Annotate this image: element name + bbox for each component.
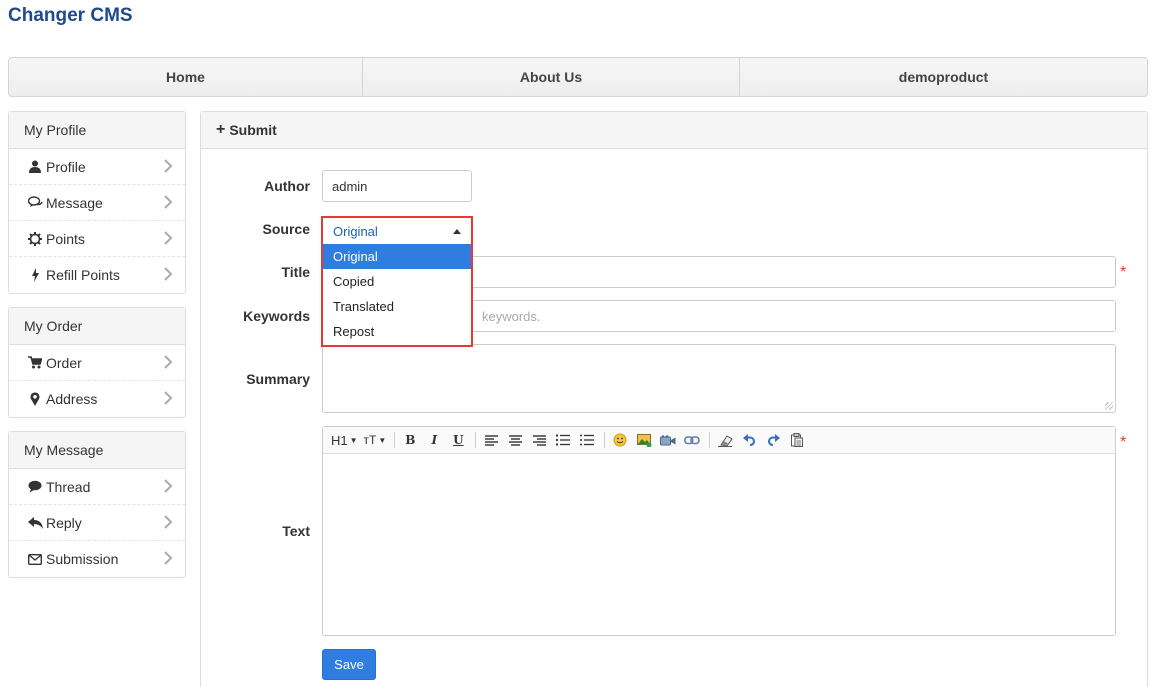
resize-handle[interactable] [1105,402,1113,410]
sidebar-item-label: Submission [46,551,119,567]
eraser-icon[interactable] [716,431,734,449]
sidebar-item-profile[interactable]: Profile [9,149,185,185]
toolbar-separator [394,432,396,448]
source-option-copied[interactable]: Copied [323,269,471,294]
sidebar-item-address[interactable]: Address [9,381,185,417]
sidebar-item-label: Order [46,354,82,371]
sidebar-item-message[interactable]: Message [9,185,185,221]
chevron-right-icon [164,267,173,281]
reply-icon [27,516,43,530]
save-button[interactable]: Save [322,649,376,680]
sidebar-heading: My Message [9,432,185,469]
sidebar-item-label: Refill Points [46,267,120,283]
video-icon[interactable] [659,431,677,449]
author-label: Author [264,178,310,194]
sidebar-item-refill-points[interactable]: Refill Points [9,257,185,293]
chevron-right-icon [164,391,173,405]
panel-title: Submit [229,122,277,138]
toolbar-separator [604,432,606,448]
link-icon[interactable] [683,431,701,449]
title-label: Title [281,264,310,280]
toolbar-separator [475,432,477,448]
source-selected-value[interactable]: Original [323,218,471,244]
sidebar-item-order[interactable]: Order [9,345,185,381]
sidebar-item-thread[interactable]: Thread [9,469,185,505]
sidebar-item-label: Thread [46,478,91,495]
underline-button[interactable]: U [449,431,467,449]
comment-icon [27,480,43,494]
align-right-icon[interactable] [530,431,548,449]
envelope-icon [27,552,43,566]
heading-dropdown[interactable]: H1 ▼ [331,431,358,449]
toolbar-separator [709,432,711,448]
user-icon [27,160,43,174]
sidebar-heading: My Profile [9,112,185,149]
chevron-right-icon [164,479,173,493]
summary-label: Summary [246,371,310,387]
top-navigation: Home About Us demoproduct [8,57,1148,97]
nav-about-us[interactable]: About Us [363,58,740,96]
italic-button[interactable]: I [425,431,443,449]
author-input[interactable]: admin [322,170,472,202]
chevron-right-icon [164,355,173,369]
sidebar-item-label: Profile [46,158,86,175]
text-label: Text [282,523,310,539]
sidebar-panel-message: My Message Thread Reply Submission [8,431,186,578]
required-mark: * [1120,434,1127,451]
chevron-right-icon [164,195,173,209]
panel-heading: + Submit [201,112,1147,149]
plus-icon: + [216,121,226,138]
sidebar-heading: My Order [9,308,185,345]
align-center-icon[interactable] [506,431,524,449]
required-mark: * [1120,264,1127,281]
font-size-dropdown[interactable]: тT ▼ [364,431,387,449]
source-option-translated[interactable]: Translated [323,294,471,319]
caret-up-icon [453,229,461,234]
brand-title[interactable]: Changer CMS [8,5,133,27]
bold-button[interactable]: B [401,431,419,449]
rich-text-editor[interactable]: H1 ▼ тT ▼ B I U [322,426,1116,636]
unordered-list-icon[interactable] [578,431,596,449]
align-left-icon[interactable] [482,431,500,449]
bolt-icon [27,268,43,282]
paste-icon[interactable] [788,431,806,449]
sidebar-item-label: Address [46,391,98,407]
sidebar-panel-order: My Order Order Address [8,307,186,418]
source-select[interactable]: Original Original Copied Translated Repo… [321,216,473,347]
sidebar-item-points[interactable]: Points [9,221,185,257]
chevron-right-icon [164,515,173,529]
cart-icon [27,356,43,370]
sidebar-item-reply[interactable]: Reply [9,505,185,541]
comments-icon [27,196,43,210]
redo-icon[interactable] [764,431,782,449]
undo-icon[interactable] [740,431,758,449]
nav-home[interactable]: Home [9,58,363,96]
keywords-label: Keywords [243,308,310,324]
emoji-icon[interactable] [611,431,629,449]
sidebar-item-submission[interactable]: Submission [9,541,185,577]
source-option-original[interactable]: Original [323,244,471,269]
gear-icon [27,231,43,246]
ordered-list-icon[interactable] [554,431,572,449]
sidebar-item-label: Points [46,230,85,247]
nav-demoproduct[interactable]: demoproduct [740,58,1147,96]
image-icon[interactable] [635,431,653,449]
map-marker-icon [27,392,43,406]
sidebar-item-label: Reply [46,514,82,531]
source-label: Source [262,221,310,237]
chevron-right-icon [164,159,173,173]
source-selected-label: Original [333,223,378,239]
source-option-repost[interactable]: Repost [323,319,471,344]
chevron-right-icon [164,551,173,565]
summary-textarea[interactable] [322,344,1116,413]
editor-toolbar: H1 ▼ тT ▼ B I U [323,427,1115,454]
sidebar-panel-profile: My Profile Profile Message Points Refill… [8,111,186,294]
chevron-right-icon [164,231,173,245]
sidebar-item-label: Message [46,194,103,211]
